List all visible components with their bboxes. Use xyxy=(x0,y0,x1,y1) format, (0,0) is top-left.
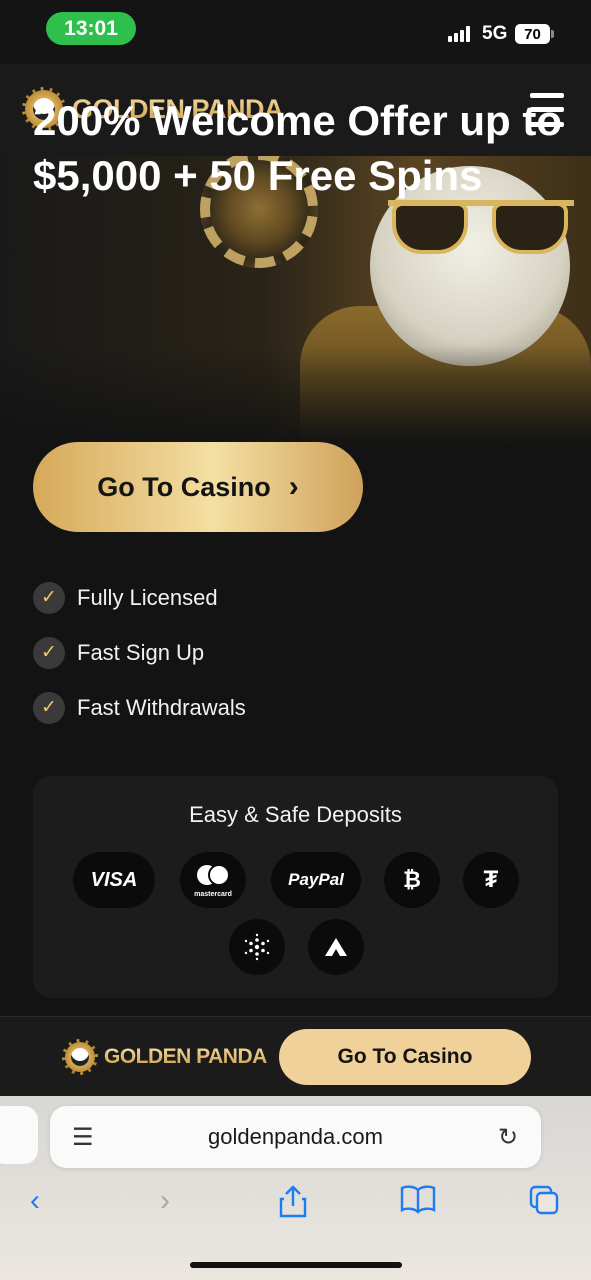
feature-item: ✓ Fully Licensed xyxy=(33,570,246,625)
brand-name-small: GOLDEN PANDA xyxy=(104,1045,267,1068)
bitcoin-icon: ₿ xyxy=(384,852,440,908)
reload-icon[interactable]: ↻ xyxy=(498,1123,518,1152)
feature-label: Fully Licensed xyxy=(77,584,218,610)
battery-icon: 70 xyxy=(515,24,550,44)
bookmarks-icon[interactable] xyxy=(400,1184,436,1222)
hero-fade xyxy=(0,346,591,446)
mastercard-wordmark: mastercard xyxy=(194,891,232,898)
feature-item: ✓ Fast Withdrawals xyxy=(33,680,246,735)
address-bar[interactable]: ☰ goldenpanda.com ↻ xyxy=(50,1106,541,1168)
deposits-card: Easy & Safe Deposits VISA mastercard Pay… xyxy=(33,776,558,998)
back-icon[interactable]: ‹ xyxy=(30,1184,40,1218)
network-label: 5G xyxy=(482,23,508,44)
hero-title: 200% Welcome Offer up to $5,000 + 50 Fre… xyxy=(33,97,563,199)
go-to-casino-button[interactable]: Go To Casino › xyxy=(33,442,363,532)
feature-label: Fast Sign Up xyxy=(77,639,205,665)
feature-item: ✓ Fast Sign Up xyxy=(33,625,246,680)
url-text: goldenpanda.com xyxy=(208,1124,383,1149)
chevron-right-icon: › xyxy=(288,470,299,503)
battery-tip xyxy=(551,30,554,38)
feature-list: ✓ Fully Licensed ✓ Fast Sign Up ✓ Fast W… xyxy=(33,570,246,735)
check-icon: ✓ xyxy=(33,636,65,669)
paypal-icon: PayPal xyxy=(271,852,361,908)
feature-label: Fast Withdrawals xyxy=(77,694,246,720)
sticky-go-to-casino-button[interactable]: Go To Casino xyxy=(279,1029,531,1085)
share-icon[interactable] xyxy=(278,1184,308,1226)
deposits-title: Easy & Safe Deposits xyxy=(189,802,402,827)
brand-logo-small[interactable]: GOLDEN PANDA xyxy=(62,1039,267,1075)
forward-icon[interactable]: › xyxy=(160,1184,170,1218)
signal-icon xyxy=(448,26,472,42)
sunglasses-image xyxy=(388,194,574,256)
panda-chip-icon xyxy=(62,1039,98,1075)
sticky-cta-bar: GOLDEN PANDA Go To Casino xyxy=(0,1016,591,1096)
cardano-icon xyxy=(229,919,285,975)
tabs-icon[interactable] xyxy=(528,1184,560,1224)
browser-chrome: ☰ goldenpanda.com ↻ ‹ › xyxy=(0,1096,591,1280)
mastercard-icon: mastercard xyxy=(180,852,246,908)
time-indicator: 13:01 xyxy=(46,12,136,45)
check-icon: ✓ xyxy=(33,581,65,614)
cta-label: Go To Casino xyxy=(97,471,271,502)
previous-tab-stub[interactable] xyxy=(0,1106,38,1164)
status-bar: 13:01 5G 70 xyxy=(0,0,591,64)
check-icon: ✓ xyxy=(33,691,65,724)
home-indicator xyxy=(190,1262,402,1268)
visa-icon: VISA xyxy=(73,852,155,908)
tether-icon: ₮ xyxy=(463,852,519,908)
avalanche-icon xyxy=(308,919,364,975)
